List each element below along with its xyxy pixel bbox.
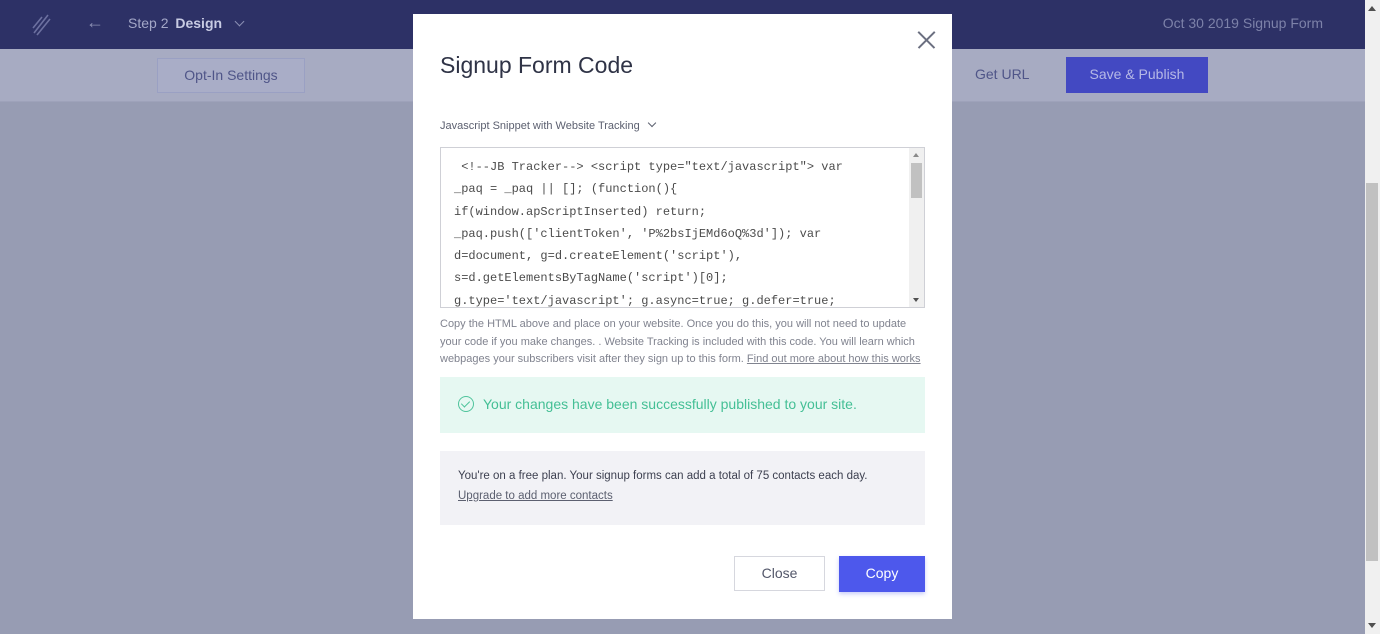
code-scrollbar[interactable] bbox=[909, 148, 924, 307]
scrollbar-thumb[interactable] bbox=[911, 163, 922, 198]
step-selector[interactable]: Step 2 Design bbox=[128, 15, 245, 31]
scroll-up-icon[interactable] bbox=[913, 153, 919, 157]
scroll-up-icon[interactable] bbox=[1368, 6, 1376, 11]
modal-title: Signup Form Code bbox=[440, 52, 634, 78]
arrow-left-icon[interactable]: ← bbox=[86, 12, 104, 33]
brand-logo-icon[interactable] bbox=[30, 11, 54, 37]
close-icon[interactable] bbox=[917, 31, 935, 49]
code-line: _paq.push(['clientToken', 'P%2bsIjEMd6oQ… bbox=[454, 226, 822, 241]
form-title: Oct 30 2019 Signup Form bbox=[1162, 15, 1323, 31]
code-textarea[interactable]: <!--JB Tracker--> <script type="text/jav… bbox=[440, 147, 925, 308]
chevron-down-icon bbox=[647, 118, 657, 128]
chevron-down-icon bbox=[234, 16, 245, 27]
help-text: Copy the HTML above and place on your we… bbox=[440, 316, 930, 369]
optin-settings-button[interactable]: Opt-In Settings bbox=[157, 58, 305, 93]
success-message: Your changes have been successfully publ… bbox=[483, 396, 857, 412]
code-content[interactable]: <!--JB Tracker--> <script type="text/jav… bbox=[454, 156, 904, 308]
copy-button[interactable]: Copy bbox=[839, 556, 925, 592]
find-out-more-link[interactable]: Find out more about how this works bbox=[747, 353, 921, 365]
code-line: _paq = _paq || []; (function(){ bbox=[454, 182, 678, 197]
code-line: if(window.apScriptInserted) return; bbox=[454, 204, 707, 219]
upgrade-link[interactable]: Upgrade to add more contacts bbox=[458, 490, 613, 502]
scrollbar-thumb[interactable] bbox=[1366, 183, 1378, 561]
get-url-button[interactable]: Get URL bbox=[975, 66, 1029, 82]
step-label: Step 2 bbox=[128, 15, 169, 31]
success-alert: Your changes have been successfully publ… bbox=[440, 377, 925, 433]
check-circle-icon bbox=[458, 396, 474, 412]
close-button[interactable]: Close bbox=[734, 556, 825, 591]
save-publish-button[interactable]: Save & Publish bbox=[1066, 57, 1208, 93]
code-line: s=d.getElementsByTagName('script')[0]; bbox=[454, 271, 728, 286]
page-scrollbar[interactable] bbox=[1365, 0, 1380, 634]
step-name: Design bbox=[175, 15, 223, 31]
snippet-type-dropdown[interactable]: Javascript Snippet with Website Tracking bbox=[440, 118, 657, 132]
plan-text: You're on a free plan. Your signup forms… bbox=[458, 470, 868, 482]
snippet-type-label: Javascript Snippet with Website Tracking bbox=[440, 120, 640, 132]
signup-form-code-modal: Signup Form Code Javascript Snippet with… bbox=[413, 14, 952, 619]
code-line: g.type='text/javascript'; g.async=true; … bbox=[454, 293, 836, 308]
plan-notice: You're on a free plan. Your signup forms… bbox=[440, 451, 925, 525]
code-line: d=document, g=d.createElement('script'), bbox=[454, 249, 743, 264]
scroll-down-icon[interactable] bbox=[913, 298, 919, 302]
scroll-down-icon[interactable] bbox=[1368, 623, 1376, 628]
code-line: <!--JB Tracker--> <script type="text/jav… bbox=[454, 160, 843, 174]
